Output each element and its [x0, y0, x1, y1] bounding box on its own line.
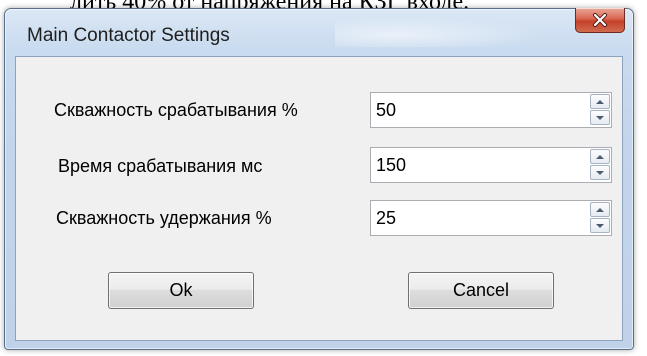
dialog-window: Main Contactor Settings Скважность сраба…: [4, 8, 634, 350]
pickup-time-spinbox[interactable]: [370, 147, 612, 183]
cancel-button[interactable]: Cancel: [408, 272, 554, 309]
ok-button[interactable]: Ok: [108, 272, 254, 309]
duty-cycle-pickup-input[interactable]: [372, 94, 576, 126]
duty-cycle-hold-spinbox[interactable]: [370, 200, 612, 236]
close-button[interactable]: [575, 8, 625, 33]
duty-cycle-hold-spin-buttons: [590, 202, 610, 234]
arrow-down-icon: [596, 170, 604, 175]
duty-cycle-pickup-spin-buttons: [590, 94, 610, 126]
duty-cycle-hold-label: Скважность удержания %: [56, 208, 272, 228]
duty-cycle-hold-increment-button[interactable]: [590, 202, 610, 217]
pickup-time-input[interactable]: [372, 149, 576, 181]
pickup-time-increment-button[interactable]: [590, 149, 610, 164]
arrow-up-icon: [596, 99, 604, 104]
duty-cycle-pickup-decrement-button[interactable]: [590, 110, 610, 125]
duty-cycle-hold-decrement-button[interactable]: [590, 218, 610, 233]
arrow-up-icon: [596, 207, 604, 212]
arrow-down-icon: [596, 115, 604, 120]
pickup-time-spin-buttons: [590, 149, 610, 181]
pickup-time-decrement-button[interactable]: [590, 165, 610, 180]
title-bar-glass-decor: [335, 17, 545, 47]
pickup-time-label: Время срабатывания мс: [58, 156, 263, 176]
duty-cycle-pickup-label: Скважность срабатывания %: [54, 100, 298, 120]
close-icon: [593, 13, 607, 27]
arrow-down-icon: [596, 223, 604, 228]
duty-cycle-hold-input[interactable]: [372, 202, 576, 234]
arrow-up-icon: [596, 154, 604, 159]
dialog-title: Main Contactor Settings: [27, 25, 230, 46]
duty-cycle-pickup-increment-button[interactable]: [590, 94, 610, 109]
dialog-client-area: Скважность срабатывания % Время срабатыв…: [15, 56, 623, 341]
duty-cycle-pickup-spinbox[interactable]: [370, 92, 612, 128]
